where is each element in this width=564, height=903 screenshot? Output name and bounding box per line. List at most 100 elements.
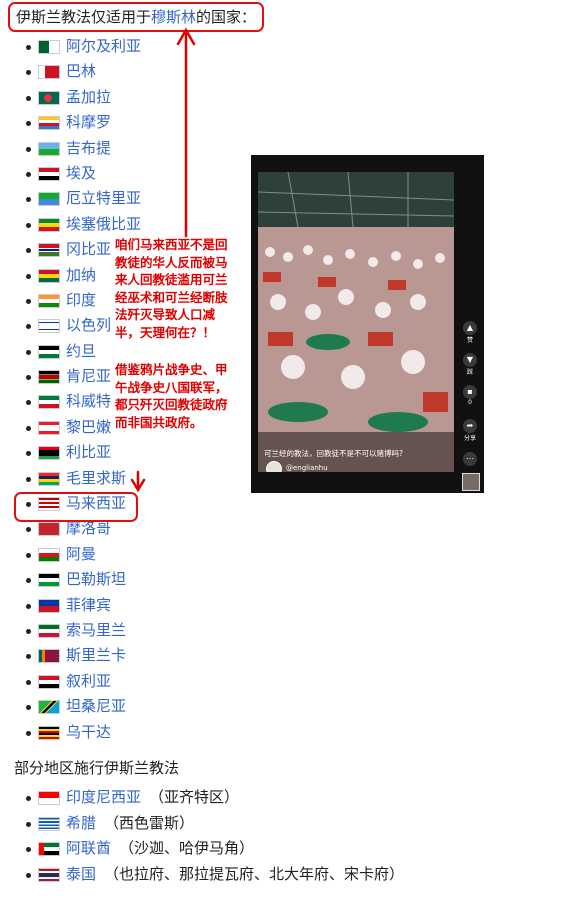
flag-oman-icon [38, 547, 60, 562]
share-label: 分享 [463, 435, 476, 442]
bullet-icon [26, 654, 31, 660]
bullet-icon [26, 248, 31, 254]
flag-ghana-icon [38, 268, 60, 283]
country-link[interactable]: 叙利亚 [66, 669, 111, 694]
bullet-icon [26, 476, 31, 482]
malaysia-highlight-box [14, 492, 138, 522]
thumbs-down-icon: ▼ [463, 353, 477, 367]
annotation-malaysia: 咱们马来西亚不是回教徒的华人反而被马来人回教徒滥用可兰经巫术和可兰经断肢法歼灭导… [115, 237, 228, 340]
country-link[interactable]: 毛里求斯 [66, 466, 126, 491]
flag-tanzania-icon [38, 700, 60, 715]
down-arrow-head [130, 478, 146, 493]
more-button[interactable]: ⋯ [461, 452, 479, 466]
share-button[interactable]: ➦ 分享 [461, 419, 479, 442]
bullet-icon [26, 349, 31, 355]
country-link[interactable]: 索马里兰 [66, 618, 126, 643]
sound-thumbnail[interactable] [462, 473, 480, 491]
bullet-icon [26, 400, 31, 406]
flag-greece-icon [38, 816, 60, 831]
region-note: （亚齐特区） [149, 788, 240, 806]
country-link[interactable]: 坦桑尼亚 [66, 694, 126, 719]
like-label: 赞 [466, 337, 473, 344]
flag-comoros-icon [38, 116, 60, 131]
up-arrow-head [176, 27, 196, 46]
channel-handle[interactable]: @englianhu [286, 464, 328, 472]
country-link[interactable]: 菲律宾 [66, 593, 111, 618]
flag-kenya-icon [38, 370, 60, 385]
bullet-icon [26, 578, 31, 584]
flag-bahrain-icon [38, 65, 60, 80]
dislike-label: 踩 [466, 369, 473, 376]
flag-egypt-icon [38, 166, 60, 181]
bullet-icon [26, 628, 31, 634]
bullet-icon [26, 425, 31, 431]
annotation-history: 借鉴鸦片战争史、甲午战争史八国联军，都只歼灭回教徒政府而非国共政府。 [115, 362, 228, 430]
flag-philippines-icon [38, 598, 60, 613]
flag-indonesia-icon [38, 791, 60, 805]
partial-link[interactable]: 泰国 [66, 862, 96, 888]
video-frame: 可兰经的教法，回教徒不是不可以赌博吗? @englianhu [258, 172, 454, 472]
video-thumbnail[interactable]: 可兰经的教法，回教徒不是不可以赌博吗? @englianhu ▲ 赞 ▼ 踩 ▪… [251, 155, 484, 493]
flag-uae-icon [38, 842, 60, 857]
heading-prefix: 伊斯兰教法仅适用于 [16, 8, 152, 26]
flag-libya-icon [38, 446, 60, 461]
country-link[interactable]: 巴勒斯坦 [66, 567, 126, 592]
comments-button[interactable]: ▪ 0 [461, 385, 479, 406]
region-note: （也拉府、那拉提瓦府、北大年府、宋卡府） [104, 864, 405, 883]
country-link[interactable]: 利比亚 [66, 440, 111, 465]
bullet-icon [26, 730, 31, 736]
channel-avatar[interactable] [266, 461, 282, 472]
video-caption: 可兰经的教法，回教徒不是不可以赌博吗? [264, 449, 403, 458]
bullet-icon [26, 95, 31, 101]
flag-algeria-icon [38, 40, 60, 54]
bullet-icon [26, 796, 31, 801]
country-link[interactable]: 乌干达 [66, 720, 111, 745]
flag-lebanon-icon [38, 420, 60, 435]
country-link[interactable]: 斯里兰卡 [66, 643, 126, 668]
country-link[interactable]: 埃及 [66, 161, 96, 186]
flag-morocco-icon [38, 522, 60, 537]
bullet-icon [26, 146, 31, 152]
country-link[interactable]: 孟加拉 [66, 85, 111, 110]
dislike-button[interactable]: ▼ 踩 [461, 353, 479, 376]
bullet-icon [26, 451, 31, 457]
flag-syria-icon [38, 674, 60, 689]
bullet-icon [26, 847, 31, 853]
country-link[interactable]: 黎巴嫩 [66, 415, 111, 440]
bullet-icon [26, 298, 31, 304]
country-link[interactable]: 阿尔及利亚 [66, 34, 141, 59]
flag-jordan-icon [38, 344, 60, 359]
flag-palestine-icon [38, 573, 60, 588]
country-link[interactable]: 厄立特里亚 [66, 186, 141, 211]
comments-count: 0 [468, 399, 472, 406]
muslim-link[interactable]: 穆斯林 [151, 8, 196, 26]
page-heading: 伊斯兰教法仅适用于穆斯林的国家： [8, 2, 265, 32]
country-link[interactable]: 约旦 [66, 339, 96, 364]
share-icon: ➦ [463, 419, 477, 433]
country-link[interactable]: 加纳 [66, 263, 96, 288]
country-link[interactable]: 阿曼 [66, 542, 96, 567]
bullet-icon [26, 171, 31, 177]
country-link[interactable]: 以色列 [66, 313, 111, 338]
thumbs-up-icon: ▲ [463, 321, 477, 335]
country-link[interactable]: 埃塞俄比亚 [66, 212, 141, 237]
bullet-icon [26, 324, 31, 330]
partial-link[interactable]: 阿联酋 [66, 836, 111, 862]
country-link[interactable]: 科威特 [66, 389, 111, 414]
country-link[interactable]: 巴林 [66, 59, 96, 84]
country-link[interactable]: 吉布提 [66, 136, 111, 161]
flag-gambia-icon [38, 243, 60, 258]
like-button[interactable]: ▲ 赞 [461, 321, 479, 344]
flag-kuwait-icon [38, 395, 60, 410]
country-link[interactable]: 肯尼亚 [66, 364, 111, 389]
country-link[interactable]: 印度 [66, 288, 96, 313]
partial-link[interactable]: 印度尼西亚 [66, 785, 141, 811]
region-note: （西色雷斯） [104, 813, 195, 832]
bullet-icon [26, 705, 31, 711]
country-link[interactable]: 科摩罗 [66, 110, 111, 135]
partial-link[interactable]: 希腊 [66, 811, 96, 837]
bullet-icon [26, 197, 31, 203]
country-link[interactable]: 冈比亚 [66, 237, 111, 262]
more-options-icon: ⋯ [463, 452, 477, 466]
flag-uganda-icon [38, 725, 60, 740]
